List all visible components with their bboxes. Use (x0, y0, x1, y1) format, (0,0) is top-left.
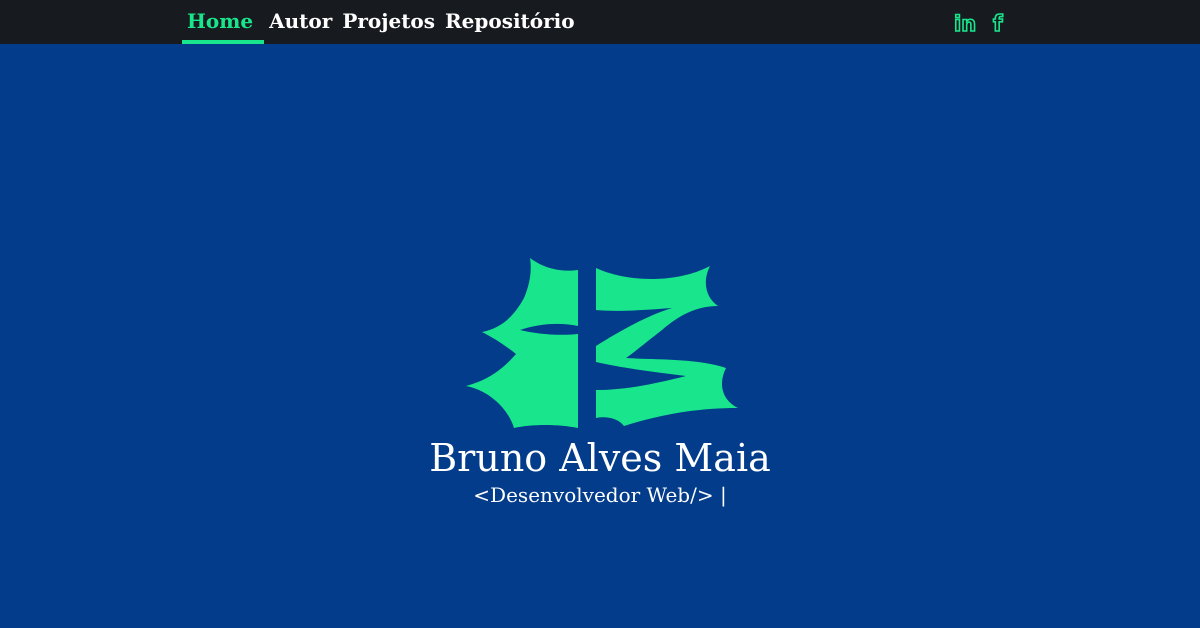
author-name: Bruno Alves Maia (429, 436, 771, 480)
nav-item-repositorio[interactable]: Repositório (440, 0, 580, 44)
main-nav: Home Autor Projetos Repositório (182, 0, 580, 44)
linkedin-icon[interactable]: in (953, 10, 978, 37)
author-role: <Desenvolvedor Web/> | (473, 483, 727, 507)
nav-item-home[interactable]: Home (182, 0, 265, 44)
svg-text:in: in (954, 12, 976, 36)
nav-item-autor[interactable]: Autor (264, 0, 337, 44)
facebook-icon[interactable]: f (990, 10, 1014, 38)
svg-text:f: f (993, 12, 1003, 36)
top-navbar: Home Autor Projetos Repositório in f (0, 0, 1200, 44)
social-links: in f (953, 10, 1014, 38)
bz-logo (466, 258, 738, 428)
nav-item-projetos[interactable]: Projetos (337, 0, 440, 44)
